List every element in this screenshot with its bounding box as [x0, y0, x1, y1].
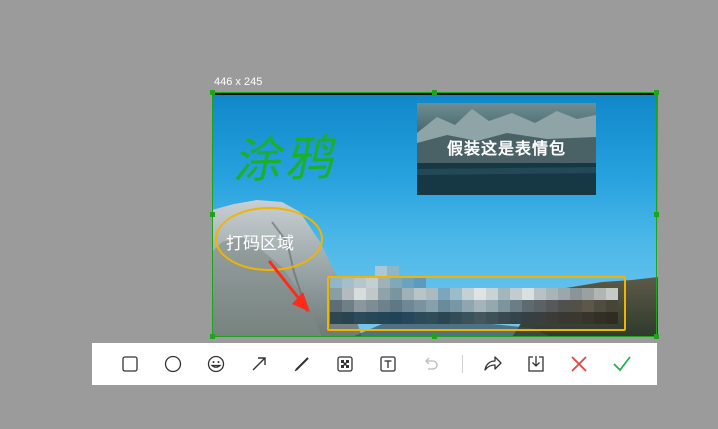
resize-handle-top-left[interactable]	[210, 90, 215, 95]
confirm-button[interactable]	[611, 353, 633, 375]
resize-handle-middle-right[interactable]	[654, 212, 659, 217]
arrow-tool-button[interactable]	[248, 353, 270, 375]
pen-tool-button[interactable]	[291, 353, 313, 375]
ellipse-icon	[164, 355, 182, 373]
undo-icon	[425, 357, 438, 370]
rectangle-tool-button[interactable]	[119, 353, 141, 375]
selection-size-label: 446 x 245	[214, 76, 263, 88]
pen-icon	[294, 357, 309, 372]
emoji-tool-button[interactable]	[205, 353, 227, 375]
screenshot-toolbar	[92, 343, 657, 385]
resize-handle-middle-left[interactable]	[210, 212, 215, 217]
resize-handle-bottom-left[interactable]	[210, 334, 215, 339]
resize-handle-bottom-right[interactable]	[654, 334, 659, 339]
mosaic-icon	[337, 356, 353, 372]
save-button[interactable]	[525, 353, 547, 375]
resize-handle-bottom-center[interactable]	[432, 334, 437, 339]
mosaic-tool-button[interactable]	[334, 353, 356, 375]
share-button[interactable]	[482, 353, 504, 375]
arrow-annotation[interactable]	[212, 92, 658, 337]
undo-button[interactable]	[420, 353, 442, 375]
ellipse-tool-button[interactable]	[162, 353, 184, 375]
cancel-icon	[571, 356, 587, 372]
emoji-icon	[207, 355, 225, 373]
resize-handle-top-center[interactable]	[432, 90, 437, 95]
save-icon	[528, 356, 544, 372]
resize-handle-top-right[interactable]	[654, 90, 659, 95]
text-icon	[380, 356, 396, 372]
rectangle-icon	[122, 356, 138, 372]
toolbar-divider	[462, 355, 463, 373]
capture-area[interactable]: 涂鸦 假装这是表情包 打码区域	[212, 92, 658, 337]
arrow-icon	[252, 357, 266, 371]
share-icon	[484, 356, 502, 371]
cancel-button[interactable]	[568, 353, 590, 375]
text-tool-button[interactable]	[377, 353, 399, 375]
confirm-icon	[613, 356, 631, 372]
